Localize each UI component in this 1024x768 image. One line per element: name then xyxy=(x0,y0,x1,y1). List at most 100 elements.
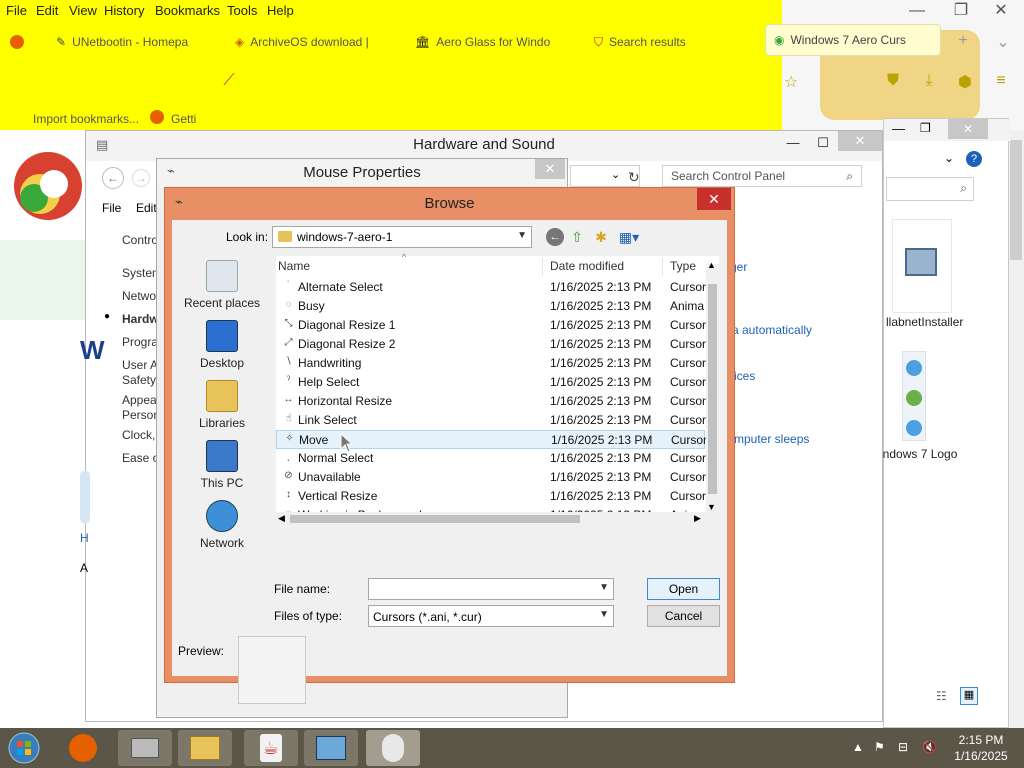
scroll-down-icon[interactable]: ▼ xyxy=(707,502,716,512)
menu-file[interactable]: File xyxy=(6,3,27,18)
column-date-modified[interactable]: Date modified xyxy=(550,259,624,273)
search-box[interactable]: ⌕ xyxy=(886,177,974,201)
close-icon[interactable]: ✕ xyxy=(948,119,988,139)
sidebar-control-panel-home[interactable]: Contro xyxy=(122,233,158,247)
star-icon[interactable]: ☆ xyxy=(780,72,802,92)
menu-edit[interactable]: Edit xyxy=(136,201,157,215)
taskbar-mouse-properties[interactable] xyxy=(366,730,420,766)
scroll-right-icon[interactable]: ▶ xyxy=(694,513,701,524)
show-hidden-icons-icon[interactable]: ▲ xyxy=(852,740,864,754)
autoplay-link[interactable]: a automatically xyxy=(732,323,812,337)
taskbar-control-panel[interactable] xyxy=(304,730,358,766)
maximize-icon[interactable]: ☐ xyxy=(808,133,838,153)
open-button[interactable]: Open xyxy=(647,578,720,600)
back-arrow-icon[interactable]: ← xyxy=(102,167,124,189)
pocket-icon[interactable]: ⛊ xyxy=(882,72,904,90)
menu-edit[interactable]: Edit xyxy=(36,3,58,18)
close-icon[interactable]: ✕ xyxy=(838,131,882,151)
file-row[interactable]: ⤢ Diagonal Resize 2 1/16/2025 2:13 PM Curso… xyxy=(276,335,707,354)
place-desktop[interactable]: Desktop xyxy=(180,320,264,370)
help-icon[interactable]: ? xyxy=(966,151,982,167)
page-scrollbar-thumb[interactable] xyxy=(1010,140,1022,260)
file-row[interactable]: ◌ Busy 1/16/2025 2:13 PM Anima xyxy=(276,297,705,316)
tab-list-chevron-icon[interactable]: ⌄ xyxy=(992,32,1014,52)
restore-icon[interactable]: ❐ xyxy=(950,0,972,20)
large-icons-view-icon[interactable]: ▦ xyxy=(960,687,978,705)
installer-tile[interactable] xyxy=(892,219,952,313)
tab-aeroglass[interactable]: 🏛 Aero Glass for Windo xyxy=(415,28,557,56)
hamburger-menu-icon[interactable]: ≡ xyxy=(990,72,1012,90)
taskbar-java[interactable]: ☕ xyxy=(244,730,298,766)
action-center-flag-icon[interactable]: ⚑ xyxy=(874,740,885,754)
download-icon[interactable]: ⤓ xyxy=(918,72,940,90)
menu-bookmarks[interactable]: Bookmarks xyxy=(155,3,220,18)
file-row[interactable]: ↔ Horizontal Resize 1/16/2025 2:13 PM Curso… xyxy=(276,392,707,411)
file-row[interactable]: ∖ Handwriting 1/16/2025 2:13 PM Cursor xyxy=(276,354,706,373)
minimize-icon[interactable]: — xyxy=(778,133,808,153)
chevron-down-icon[interactable]: ⌄ xyxy=(944,151,954,165)
installer-label[interactable]: llabnetInstaller xyxy=(886,315,963,329)
bookmark-import[interactable]: Import bookmarks... xyxy=(33,112,139,126)
chevron-down-icon[interactable]: ⌄ xyxy=(611,168,620,181)
column-type[interactable]: Type xyxy=(670,259,696,273)
file-row[interactable]: ↕ Vertical Resize 1/16/2025 2:13 PM Cursor xyxy=(276,487,706,506)
file-list-vscrollbar-thumb[interactable] xyxy=(708,284,717,494)
search-control-panel-input[interactable]: Search Control Panel ⌕ xyxy=(662,165,862,187)
menu-file[interactable]: File xyxy=(102,201,121,215)
sidebar-safety[interactable]: Safety xyxy=(122,373,156,387)
files-of-type-select[interactable]: Cursors (*.ani, *.cur) ▼ xyxy=(368,605,614,627)
cancel-button[interactable]: Cancel xyxy=(647,605,720,627)
menu-help[interactable]: Help xyxy=(267,3,294,18)
windows-logos-tile[interactable] xyxy=(902,351,926,441)
sidebar-hardware[interactable]: Hardw xyxy=(122,312,159,326)
taskbar-scanner[interactable] xyxy=(118,730,172,766)
minimize-icon[interactable]: — xyxy=(906,2,928,20)
menu-history[interactable]: History xyxy=(104,3,144,18)
file-row[interactable]: ⊘ Unavailable 1/16/2025 2:13 PM Cursor xyxy=(276,468,706,487)
bookmark-getting-started[interactable]: Getti xyxy=(171,112,196,126)
column-divider[interactable] xyxy=(662,258,663,276)
devices-link[interactable]: ices xyxy=(734,369,755,383)
new-folder-icon[interactable]: ✱ xyxy=(592,228,610,246)
tab-archiveos[interactable]: ◈ ArchiveOS download | xyxy=(235,28,380,56)
view-menu-icon[interactable]: ▦▾ xyxy=(616,228,642,246)
restore-icon[interactable]: ❐ xyxy=(920,121,931,135)
sidebar-clock[interactable]: Clock, xyxy=(122,428,155,442)
column-divider[interactable] xyxy=(542,258,543,276)
sidebar-programs[interactable]: Progra xyxy=(122,335,158,349)
look-in-dropdown[interactable]: windows-7-aero-1 ▼ xyxy=(272,226,532,248)
taskbar-file-explorer[interactable] xyxy=(178,730,232,766)
sidebar-network[interactable]: Netwo xyxy=(122,289,156,303)
refresh-icon[interactable]: ↻ xyxy=(628,169,640,186)
new-tab-icon[interactable]: + xyxy=(952,32,974,50)
clock-time[interactable]: 2:15 PM xyxy=(946,733,1016,747)
file-row[interactable]: ˙ Alternate Select 1/16/2025 2:13 PM Cursor xyxy=(276,278,706,297)
column-name[interactable]: Name xyxy=(278,259,310,273)
scroll-up-icon[interactable]: ▲ xyxy=(707,260,716,270)
menu-tools[interactable]: Tools xyxy=(227,3,257,18)
file-name-input[interactable]: ▼ xyxy=(368,578,614,600)
back-arrow-icon[interactable]: ← xyxy=(546,228,564,246)
extensions-icon[interactable]: ⬢ xyxy=(954,72,976,92)
forward-arrow-icon[interactable]: → xyxy=(132,169,150,187)
windows7-logo-label[interactable]: indows 7 Logo xyxy=(880,447,957,461)
file-row[interactable]: ˀ Help Select 1/16/2025 2:13 PM Cursor xyxy=(276,373,706,392)
file-row[interactable]: ☝ Link Select 1/16/2025 2:13 PM Cursor xyxy=(276,411,706,430)
network-icon[interactable]: ⊟ xyxy=(898,740,908,754)
clock-date[interactable]: 1/16/2025 xyxy=(946,749,1016,763)
close-icon[interactable]: ✕ xyxy=(697,188,731,210)
scroll-left-icon[interactable]: ◀ xyxy=(278,513,285,524)
up-folder-icon[interactable]: ⇧ xyxy=(568,228,586,246)
close-icon[interactable]: ✕ xyxy=(535,159,565,179)
sidebar-appearance[interactable]: Appea xyxy=(122,393,157,407)
file-list-hscrollbar-thumb[interactable] xyxy=(290,515,580,523)
file-row[interactable]: ⤡ Diagonal Resize 1 1/16/2025 2:13 PM Curso… xyxy=(276,316,707,335)
computer-sleeps-link[interactable]: mputer sleeps xyxy=(734,432,809,446)
place-network[interactable]: Network xyxy=(180,500,264,550)
sidebar-user-accounts[interactable]: User A xyxy=(122,358,158,372)
volume-muted-icon[interactable]: 🔇 xyxy=(922,740,937,754)
tab-firefox[interactable] xyxy=(10,28,30,56)
details-view-icon[interactable]: ☷ xyxy=(936,689,947,703)
place-libraries[interactable]: Libraries xyxy=(180,380,264,430)
chevron-down-icon[interactable]: ▼ xyxy=(599,582,609,593)
